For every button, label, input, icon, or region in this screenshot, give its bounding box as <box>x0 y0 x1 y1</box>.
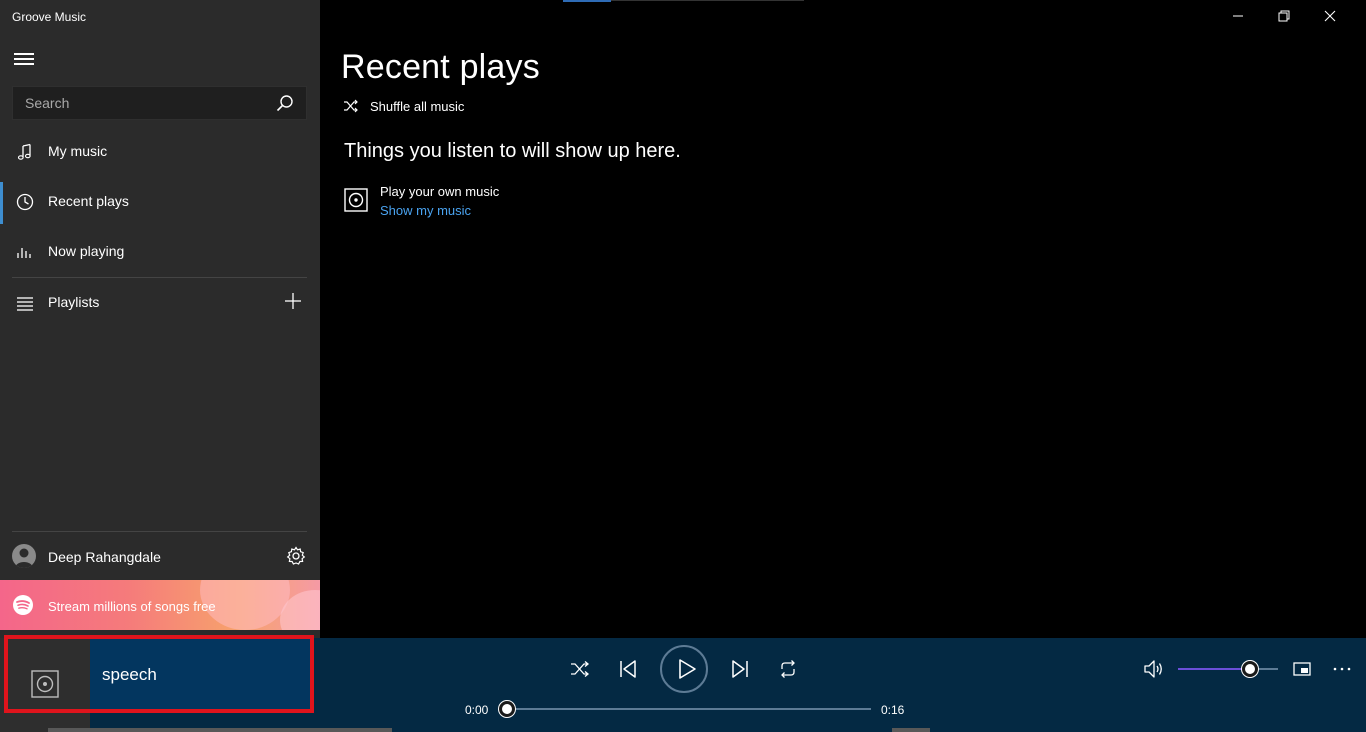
main-content: Recent plays Shuffle all music Things yo… <box>320 0 1366 638</box>
minimize-icon[interactable] <box>1226 4 1250 28</box>
loading-track <box>611 0 804 1</box>
previous-track-icon[interactable] <box>616 657 640 681</box>
sidebar-item-now-playing[interactable]: Now playing <box>0 230 320 274</box>
now-playing-track[interactable]: speech <box>90 638 312 712</box>
user-name: Deep Rahangdale <box>48 549 161 565</box>
sidebar-divider <box>12 277 307 278</box>
avatar <box>12 544 36 568</box>
sidebar-item-label: Recent plays <box>48 193 129 209</box>
search-box <box>12 86 307 120</box>
repeat-icon[interactable] <box>776 657 800 681</box>
seek-bar[interactable] <box>507 708 871 710</box>
own-music-title: Play your own music <box>380 184 500 199</box>
time-total: 0:16 <box>881 703 905 717</box>
empty-state-message: Things you listen to will show up here. <box>344 140 681 162</box>
list-icon <box>17 297 33 311</box>
spotify-promo-banner[interactable]: Stream millions of songs free <box>0 580 320 630</box>
show-my-music-link[interactable]: Show my music <box>380 203 471 218</box>
taskbar-fragment <box>892 728 930 732</box>
add-icon[interactable] <box>284 292 302 310</box>
track-title: speech <box>102 665 157 684</box>
sidebar-item-playlists[interactable]: Playlists <box>0 281 320 325</box>
sidebar-item-recent-plays[interactable]: Recent plays <box>0 180 320 224</box>
next-track-icon[interactable] <box>728 657 752 681</box>
sidebar-item-label: Playlists <box>48 294 100 310</box>
search-icon[interactable] <box>276 94 294 112</box>
volume-thumb[interactable] <box>1242 661 1258 677</box>
sidebar-divider <box>12 531 307 532</box>
time-elapsed: 0:00 <box>465 703 489 717</box>
hamburger-menu-icon[interactable] <box>12 48 36 68</box>
play-own-music: Play your own music Show my music <box>344 182 644 222</box>
app-title: Groove Music <box>12 10 87 24</box>
promo-text: Stream millions of songs free <box>48 599 216 614</box>
active-indicator <box>0 182 3 224</box>
restore-icon[interactable] <box>1272 4 1296 28</box>
shuffle-icon <box>344 99 358 113</box>
sidebar-item-label: My music <box>48 143 108 159</box>
close-icon[interactable] <box>1318 4 1342 28</box>
player-bar: speech 0:00 0:16 <box>0 635 1366 732</box>
sidebar-item-my-music[interactable]: My music <box>0 130 320 174</box>
album-art[interactable] <box>0 638 90 732</box>
spotify-icon <box>13 595 33 615</box>
page-title: Recent plays <box>341 48 540 86</box>
volume-level <box>1178 668 1250 670</box>
loading-indicator <box>563 0 611 2</box>
more-options-icon[interactable] <box>1330 657 1354 681</box>
shuffle-all-label: Shuffle all music <box>370 99 465 114</box>
speaker-disc-icon <box>31 670 59 698</box>
volume-icon[interactable] <box>1142 657 1166 681</box>
equalizer-icon <box>17 248 31 258</box>
settings-icon[interactable] <box>286 546 306 566</box>
search-input[interactable] <box>13 87 263 119</box>
speaker-disc-icon <box>344 188 368 212</box>
seek-thumb[interactable] <box>499 701 515 717</box>
mini-player-icon[interactable] <box>1290 657 1314 681</box>
shuffle-icon[interactable] <box>568 657 592 681</box>
window-controls <box>1226 0 1366 32</box>
play-button[interactable] <box>660 645 708 693</box>
sidebar: Groove Music My music Recent plays <box>0 0 320 638</box>
clock-icon <box>16 193 34 211</box>
music-note-icon <box>17 143 31 160</box>
taskbar-fragment <box>48 728 392 732</box>
play-icon <box>679 659 696 679</box>
user-account[interactable]: Deep Rahangdale <box>0 538 320 578</box>
sidebar-item-label: Now playing <box>48 243 125 259</box>
